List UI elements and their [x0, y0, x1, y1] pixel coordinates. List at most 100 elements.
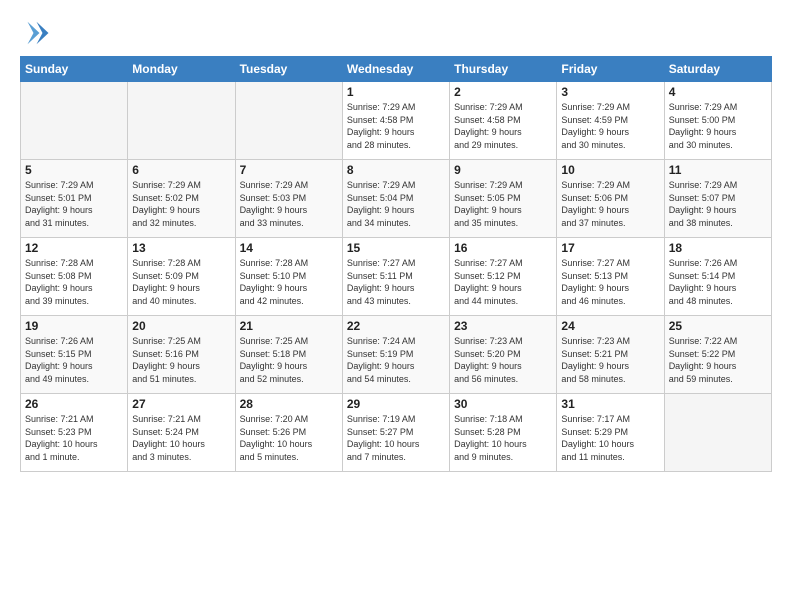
calendar-cell: [128, 82, 235, 160]
calendar-table: SundayMondayTuesdayWednesdayThursdayFrid…: [20, 56, 772, 472]
day-number: 19: [25, 319, 123, 333]
calendar-cell: 29 Sunrise: 7:19 AM Sunset: 5:27 PM Dayli…: [342, 394, 449, 472]
day-number: 8: [347, 163, 445, 177]
day-number: 28: [240, 397, 338, 411]
calendar-cell: 11 Sunrise: 7:29 AM Sunset: 5:07 PM Dayli…: [664, 160, 771, 238]
calendar-cell: 7 Sunrise: 7:29 AM Sunset: 5:03 PM Daylig…: [235, 160, 342, 238]
day-info: Sunrise: 7:29 AM Sunset: 5:07 PM Dayligh…: [669, 179, 767, 229]
day-number: 2: [454, 85, 552, 99]
day-number: 4: [669, 85, 767, 99]
day-info: Sunrise: 7:29 AM Sunset: 4:58 PM Dayligh…: [454, 101, 552, 151]
day-info: Sunrise: 7:26 AM Sunset: 5:15 PM Dayligh…: [25, 335, 123, 385]
calendar-cell: 25Sunrise: 7:22 AM Sunset: 5:22 PM Dayli…: [664, 316, 771, 394]
day-info: Sunrise: 7:18 AM Sunset: 5:28 PM Dayligh…: [454, 413, 552, 463]
day-number: 13: [132, 241, 230, 255]
day-info: Sunrise: 7:29 AM Sunset: 4:59 PM Dayligh…: [561, 101, 659, 151]
day-number: 21: [240, 319, 338, 333]
calendar-cell: 17Sunrise: 7:27 AM Sunset: 5:13 PM Dayli…: [557, 238, 664, 316]
weekday-header-saturday: Saturday: [664, 57, 771, 82]
weekday-header-sunday: Sunday: [21, 57, 128, 82]
day-info: Sunrise: 7:21 AM Sunset: 5:23 PM Dayligh…: [25, 413, 123, 463]
day-number: 5: [25, 163, 123, 177]
day-info: Sunrise: 7:29 AM Sunset: 5:00 PM Dayligh…: [669, 101, 767, 151]
logo: [20, 18, 54, 48]
day-info: Sunrise: 7:19 AM Sunset: 5:27 PM Dayligh…: [347, 413, 445, 463]
day-number: 3: [561, 85, 659, 99]
logo-icon: [20, 18, 50, 48]
day-info: Sunrise: 7:24 AM Sunset: 5:19 PM Dayligh…: [347, 335, 445, 385]
day-info: Sunrise: 7:27 AM Sunset: 5:12 PM Dayligh…: [454, 257, 552, 307]
day-info: Sunrise: 7:23 AM Sunset: 5:21 PM Dayligh…: [561, 335, 659, 385]
calendar-cell: 9Sunrise: 7:29 AM Sunset: 5:05 PM Daylig…: [450, 160, 557, 238]
day-number: 12: [25, 241, 123, 255]
day-number: 29: [347, 397, 445, 411]
day-number: 25: [669, 319, 767, 333]
day-info: Sunrise: 7:28 AM Sunset: 5:09 PM Dayligh…: [132, 257, 230, 307]
weekday-header-wednesday: Wednesday: [342, 57, 449, 82]
calendar-cell: 18 Sunrise: 7:26 AM Sunset: 5:14 PM Dayli…: [664, 238, 771, 316]
day-info: Sunrise: 7:29 AM Sunset: 4:58 PM Dayligh…: [347, 101, 445, 151]
day-info: Sunrise: 7:29 AM Sunset: 5:06 PM Dayligh…: [561, 179, 659, 229]
day-info: Sunrise: 7:27 AM Sunset: 5:11 PM Dayligh…: [347, 257, 445, 307]
day-number: 20: [132, 319, 230, 333]
weekday-header-monday: Monday: [128, 57, 235, 82]
day-number: 31: [561, 397, 659, 411]
calendar-cell: 20 Sunrise: 7:25 AM Sunset: 5:16 PM Dayli…: [128, 316, 235, 394]
day-info: Sunrise: 7:26 AM Sunset: 5:14 PM Dayligh…: [669, 257, 767, 307]
calendar-week-row: 5Sunrise: 7:29 AM Sunset: 5:01 PM Daylig…: [21, 160, 772, 238]
calendar-cell: 6Sunrise: 7:29 AM Sunset: 5:02 PM Daylig…: [128, 160, 235, 238]
day-number: 14: [240, 241, 338, 255]
day-info: Sunrise: 7:23 AM Sunset: 5:20 PM Dayligh…: [454, 335, 552, 385]
calendar-week-row: 19 Sunrise: 7:26 AM Sunset: 5:15 PM Dayli…: [21, 316, 772, 394]
weekday-header-thursday: Thursday: [450, 57, 557, 82]
day-number: 24: [561, 319, 659, 333]
calendar-header-row: SundayMondayTuesdayWednesdayThursdayFrid…: [21, 57, 772, 82]
calendar-cell: 2 Sunrise: 7:29 AM Sunset: 4:58 PM Daylig…: [450, 82, 557, 160]
day-info: Sunrise: 7:25 AM Sunset: 5:16 PM Dayligh…: [132, 335, 230, 385]
day-number: 18: [669, 241, 767, 255]
calendar-cell: 31 Sunrise: 7:17 AM Sunset: 5:29 PM Dayli…: [557, 394, 664, 472]
day-number: 11: [669, 163, 767, 177]
calendar-cell: 23 Sunrise: 7:23 AM Sunset: 5:20 PM Dayli…: [450, 316, 557, 394]
calendar-cell: [235, 82, 342, 160]
day-info: Sunrise: 7:25 AM Sunset: 5:18 PM Dayligh…: [240, 335, 338, 385]
calendar-cell: 19 Sunrise: 7:26 AM Sunset: 5:15 PM Dayli…: [21, 316, 128, 394]
calendar-cell: 28 Sunrise: 7:20 AM Sunset: 5:26 PM Dayli…: [235, 394, 342, 472]
calendar-cell: 8Sunrise: 7:29 AM Sunset: 5:04 PM Daylig…: [342, 160, 449, 238]
day-number: 10: [561, 163, 659, 177]
calendar-week-row: 26Sunrise: 7:21 AM Sunset: 5:23 PM Dayli…: [21, 394, 772, 472]
calendar-cell: 21 Sunrise: 7:25 AM Sunset: 5:18 PM Dayli…: [235, 316, 342, 394]
calendar-cell: [21, 82, 128, 160]
calendar-week-row: 1 Sunrise: 7:29 AM Sunset: 4:58 PM Daylig…: [21, 82, 772, 160]
calendar-cell: 3 Sunrise: 7:29 AM Sunset: 4:59 PM Daylig…: [557, 82, 664, 160]
calendar-cell: [664, 394, 771, 472]
day-number: 15: [347, 241, 445, 255]
day-info: Sunrise: 7:17 AM Sunset: 5:29 PM Dayligh…: [561, 413, 659, 463]
header: [20, 18, 772, 48]
page: SundayMondayTuesdayWednesdayThursdayFrid…: [0, 0, 792, 612]
day-info: Sunrise: 7:27 AM Sunset: 5:13 PM Dayligh…: [561, 257, 659, 307]
day-number: 7: [240, 163, 338, 177]
day-info: Sunrise: 7:29 AM Sunset: 5:03 PM Dayligh…: [240, 179, 338, 229]
calendar-cell: 4 Sunrise: 7:29 AM Sunset: 5:00 PM Daylig…: [664, 82, 771, 160]
calendar-cell: 10 Sunrise: 7:29 AM Sunset: 5:06 PM Dayli…: [557, 160, 664, 238]
day-number: 22: [347, 319, 445, 333]
day-info: Sunrise: 7:28 AM Sunset: 5:10 PM Dayligh…: [240, 257, 338, 307]
day-number: 30: [454, 397, 552, 411]
calendar-cell: 14 Sunrise: 7:28 AM Sunset: 5:10 PM Dayli…: [235, 238, 342, 316]
day-info: Sunrise: 7:20 AM Sunset: 5:26 PM Dayligh…: [240, 413, 338, 463]
calendar-cell: 26Sunrise: 7:21 AM Sunset: 5:23 PM Dayli…: [21, 394, 128, 472]
calendar-cell: 27Sunrise: 7:21 AM Sunset: 5:24 PM Dayli…: [128, 394, 235, 472]
day-info: Sunrise: 7:29 AM Sunset: 5:02 PM Dayligh…: [132, 179, 230, 229]
calendar-cell: 16 Sunrise: 7:27 AM Sunset: 5:12 PM Dayli…: [450, 238, 557, 316]
day-number: 1: [347, 85, 445, 99]
day-number: 16: [454, 241, 552, 255]
day-number: 23: [454, 319, 552, 333]
day-info: Sunrise: 7:29 AM Sunset: 5:05 PM Dayligh…: [454, 179, 552, 229]
day-info: Sunrise: 7:21 AM Sunset: 5:24 PM Dayligh…: [132, 413, 230, 463]
calendar-cell: 22 Sunrise: 7:24 AM Sunset: 5:19 PM Dayli…: [342, 316, 449, 394]
calendar-cell: 5Sunrise: 7:29 AM Sunset: 5:01 PM Daylig…: [21, 160, 128, 238]
calendar-cell: 1 Sunrise: 7:29 AM Sunset: 4:58 PM Daylig…: [342, 82, 449, 160]
weekday-header-friday: Friday: [557, 57, 664, 82]
calendar-cell: 12Sunrise: 7:28 AM Sunset: 5:08 PM Dayli…: [21, 238, 128, 316]
